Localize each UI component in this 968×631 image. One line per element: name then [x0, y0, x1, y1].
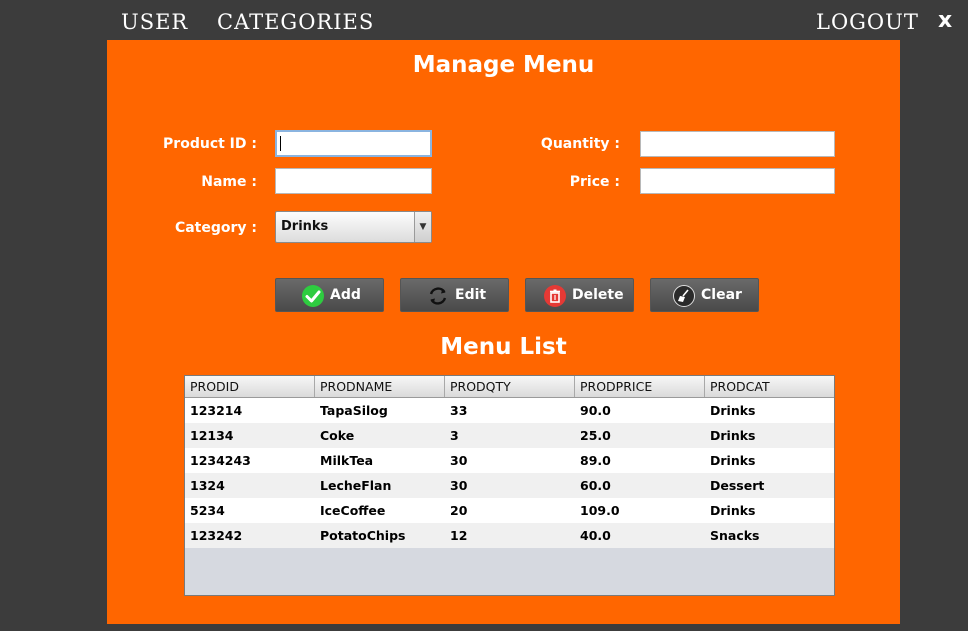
cell-prodqty: 30 — [450, 478, 468, 493]
broom-icon — [673, 285, 695, 307]
quantity-label: Quantity : — [540, 136, 620, 152]
check-icon — [302, 285, 324, 307]
cell-prodcat: Drinks — [710, 403, 756, 418]
cell-prodprice: 40.0 — [580, 528, 611, 543]
manage-menu-panel: Manage Menu Product ID : Name : Category… — [107, 40, 900, 624]
cell-prodname: LecheFlan — [320, 478, 392, 493]
cell-prodname: PotatoChips — [320, 528, 406, 543]
clear-button-label: Clear — [701, 287, 742, 303]
cell-prodqty: 20 — [450, 503, 468, 518]
cell-prodprice: 60.0 — [580, 478, 611, 493]
table-row[interactable]: 5234 IceCoffee 20 109.0 Drinks — [185, 498, 834, 523]
column-divider — [704, 376, 705, 397]
table-row[interactable]: 123214 TapaSilog 33 90.0 Drinks — [185, 398, 834, 423]
table-row[interactable]: 1324 LecheFlan 30 60.0 Dessert — [185, 473, 834, 498]
cell-prodcat: Dessert — [710, 478, 765, 493]
cell-prodname: MilkTea — [320, 453, 374, 468]
nav-user[interactable]: USER — [121, 10, 188, 34]
table-row[interactable]: 123242 PotatoChips 12 40.0 Snacks — [185, 523, 834, 548]
text-caret — [280, 136, 281, 151]
cell-prodid: 1234243 — [190, 453, 251, 468]
column-header[interactable]: PRODNAME — [320, 379, 392, 394]
add-button-label: Add — [330, 287, 361, 303]
category-label: Category : — [174, 220, 257, 236]
cell-prodcat: Drinks — [710, 453, 756, 468]
column-divider — [574, 376, 575, 397]
cell-prodname: TapaSilog — [320, 403, 388, 418]
edit-button-label: Edit — [455, 287, 487, 303]
add-button[interactable]: Add — [275, 278, 384, 312]
name-field[interactable] — [275, 168, 432, 194]
column-header[interactable]: PRODQTY — [450, 379, 511, 394]
delete-button[interactable]: Delete — [525, 278, 634, 312]
table-header: PRODID PRODNAME PRODQTY PRODPRICE PRODCA… — [185, 376, 834, 398]
cell-prodcat: Drinks — [710, 428, 756, 443]
refresh-icon — [427, 285, 449, 307]
column-header[interactable]: PRODCAT — [710, 379, 770, 394]
list-title: Menu List — [440, 334, 567, 360]
cell-prodid: 5234 — [190, 503, 225, 518]
clear-button[interactable]: Clear — [650, 278, 759, 312]
cell-prodprice: 89.0 — [580, 453, 611, 468]
trash-icon — [544, 285, 566, 307]
close-icon[interactable]: x — [938, 8, 952, 33]
page-title: Manage Menu — [412, 52, 595, 78]
table-row[interactable]: 12134 Coke 3 25.0 Drinks — [185, 423, 834, 448]
product-id-label: Product ID : — [163, 136, 257, 152]
cell-prodprice: 90.0 — [580, 403, 611, 418]
cell-prodname: Coke — [320, 428, 355, 443]
column-divider — [314, 376, 315, 397]
price-label: Price : — [569, 174, 620, 190]
cell-prodid: 1324 — [190, 478, 225, 493]
product-id-field[interactable] — [275, 130, 432, 157]
cell-prodid: 123242 — [190, 528, 243, 543]
cell-prodqty: 12 — [450, 528, 468, 543]
category-selected-value: Drinks — [281, 219, 329, 234]
category-select[interactable]: Drinks ▼ — [275, 211, 432, 243]
delete-button-label: Delete — [572, 287, 624, 303]
chevron-down-icon[interactable]: ▼ — [414, 212, 431, 242]
cell-prodqty: 3 — [450, 428, 459, 443]
cell-prodcat: Snacks — [710, 528, 760, 543]
table-row[interactable]: 1234243 MilkTea 30 89.0 Drinks — [185, 448, 834, 473]
column-header[interactable]: PRODID — [190, 379, 239, 394]
column-divider — [444, 376, 445, 397]
top-nav-bar: USER CATEGORIES LOGOUT x — [0, 0, 968, 40]
nav-categories[interactable]: CATEGORIES — [217, 10, 374, 34]
cell-prodcat: Drinks — [710, 503, 756, 518]
name-label: Name : — [201, 174, 257, 190]
price-field[interactable] — [640, 168, 835, 194]
cell-prodid: 123214 — [190, 403, 243, 418]
column-header[interactable]: PRODPRICE — [580, 379, 652, 394]
quantity-field[interactable] — [640, 131, 835, 157]
cell-prodname: IceCoffee — [320, 503, 386, 518]
cell-prodprice: 25.0 — [580, 428, 611, 443]
cell-prodqty: 30 — [450, 453, 468, 468]
cell-prodprice: 109.0 — [580, 503, 620, 518]
cell-prodid: 12134 — [190, 428, 234, 443]
menu-table[interactable]: PRODID PRODNAME PRODQTY PRODPRICE PRODCA… — [184, 375, 835, 596]
cell-prodqty: 33 — [450, 403, 468, 418]
nav-logout[interactable]: LOGOUT — [816, 10, 919, 34]
edit-button[interactable]: Edit — [400, 278, 509, 312]
